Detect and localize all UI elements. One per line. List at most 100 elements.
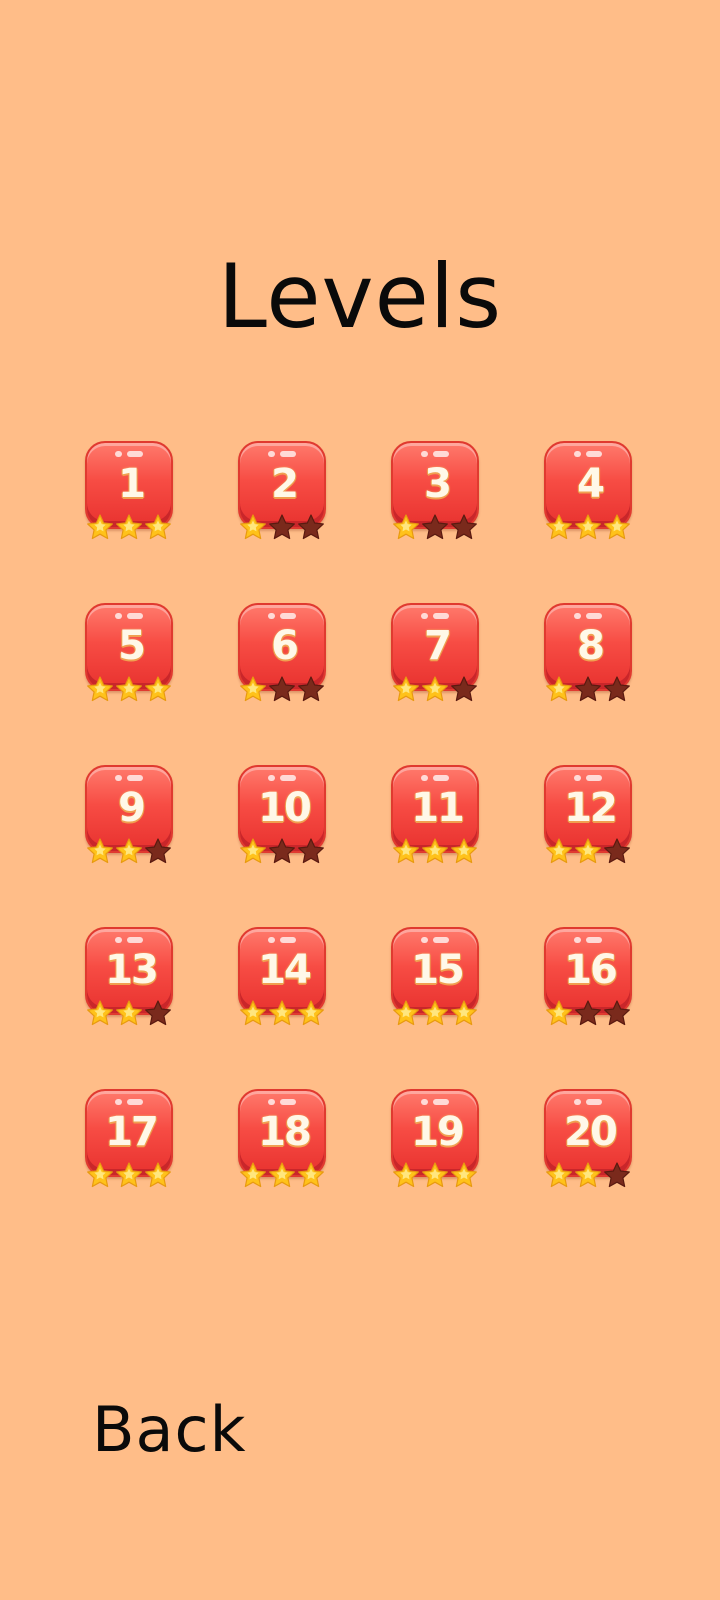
- level-button-9[interactable]: 9: [85, 765, 173, 865]
- star-filled-icon: [393, 838, 419, 864]
- tile-shine: [421, 613, 449, 619]
- tile-shine: [268, 451, 296, 457]
- level-number: 10: [258, 785, 312, 831]
- star-filled-icon: [298, 1000, 324, 1026]
- star-rating: [544, 513, 632, 541]
- star-empty-icon: [604, 676, 630, 702]
- level-button-17[interactable]: 17: [85, 1089, 173, 1189]
- level-grid: 1 2 3 4 5 6 7 8 9 10 11 12 13 14 15 16 17 18 19 20: [85, 441, 635, 1189]
- page-title: Levels: [217, 245, 503, 348]
- star-filled-icon: [145, 676, 171, 702]
- level-button-3[interactable]: 3: [391, 441, 479, 541]
- star-filled-icon: [116, 838, 142, 864]
- level-number: 9: [118, 785, 146, 831]
- star-filled-icon: [546, 838, 572, 864]
- star-filled-icon: [422, 676, 448, 702]
- star-empty-icon: [298, 676, 324, 702]
- level-button-5[interactable]: 5: [85, 603, 173, 703]
- star-empty-icon: [604, 1000, 630, 1026]
- tile-shine: [574, 775, 602, 781]
- star-empty-icon: [269, 514, 295, 540]
- level-button-20[interactable]: 20: [544, 1089, 632, 1189]
- star-filled-icon: [422, 838, 448, 864]
- star-empty-icon: [422, 514, 448, 540]
- star-empty-icon: [451, 514, 477, 540]
- star-rating: [391, 675, 479, 703]
- star-filled-icon: [116, 1162, 142, 1188]
- tile-shine: [268, 613, 296, 619]
- star-filled-icon: [393, 1162, 419, 1188]
- tile-shine: [115, 775, 143, 781]
- star-rating: [544, 675, 632, 703]
- star-empty-icon: [575, 1000, 601, 1026]
- tile-shine: [574, 1099, 602, 1105]
- level-number: 13: [105, 947, 159, 993]
- tile-shine: [421, 451, 449, 457]
- star-rating: [238, 999, 326, 1027]
- level-button-4[interactable]: 4: [544, 441, 632, 541]
- star-filled-icon: [393, 1000, 419, 1026]
- level-button-8[interactable]: 8: [544, 603, 632, 703]
- star-filled-icon: [87, 1162, 113, 1188]
- star-filled-icon: [546, 514, 572, 540]
- tile-shine: [268, 775, 296, 781]
- star-rating: [85, 1161, 173, 1189]
- star-filled-icon: [145, 514, 171, 540]
- level-button-14[interactable]: 14: [238, 927, 326, 1027]
- star-rating: [85, 675, 173, 703]
- star-filled-icon: [422, 1000, 448, 1026]
- star-rating: [391, 513, 479, 541]
- star-filled-icon: [546, 1000, 572, 1026]
- level-button-2[interactable]: 2: [238, 441, 326, 541]
- level-number: 19: [411, 1109, 465, 1155]
- star-rating: [238, 513, 326, 541]
- star-filled-icon: [240, 514, 266, 540]
- level-number: 4: [577, 461, 605, 507]
- tile-shine: [574, 451, 602, 457]
- star-filled-icon: [422, 1162, 448, 1188]
- star-rating: [238, 675, 326, 703]
- level-button-19[interactable]: 19: [391, 1089, 479, 1189]
- tile-shine: [115, 613, 143, 619]
- star-filled-icon: [546, 676, 572, 702]
- star-filled-icon: [604, 514, 630, 540]
- level-button-18[interactable]: 18: [238, 1089, 326, 1189]
- level-button-7[interactable]: 7: [391, 603, 479, 703]
- star-rating: [238, 1161, 326, 1189]
- tile-shine: [115, 451, 143, 457]
- star-filled-icon: [240, 1000, 266, 1026]
- level-number: 2: [271, 461, 299, 507]
- level-button-12[interactable]: 12: [544, 765, 632, 865]
- star-filled-icon: [269, 1162, 295, 1188]
- star-filled-icon: [240, 676, 266, 702]
- star-filled-icon: [87, 676, 113, 702]
- level-number: 15: [411, 947, 465, 993]
- star-filled-icon: [575, 838, 601, 864]
- star-filled-icon: [116, 514, 142, 540]
- level-number: 12: [564, 785, 618, 831]
- back-button[interactable]: Back: [92, 1392, 247, 1468]
- level-button-11[interactable]: 11: [391, 765, 479, 865]
- level-button-13[interactable]: 13: [85, 927, 173, 1027]
- level-button-10[interactable]: 10: [238, 765, 326, 865]
- level-number: 14: [258, 947, 312, 993]
- star-filled-icon: [393, 514, 419, 540]
- star-empty-icon: [604, 838, 630, 864]
- level-button-1[interactable]: 1: [85, 441, 173, 541]
- star-filled-icon: [87, 838, 113, 864]
- star-filled-icon: [116, 1000, 142, 1026]
- tile-shine: [115, 1099, 143, 1105]
- star-empty-icon: [298, 514, 324, 540]
- level-button-15[interactable]: 15: [391, 927, 479, 1027]
- star-filled-icon: [575, 514, 601, 540]
- level-button-16[interactable]: 16: [544, 927, 632, 1027]
- star-filled-icon: [451, 1162, 477, 1188]
- star-filled-icon: [87, 1000, 113, 1026]
- star-rating: [391, 1161, 479, 1189]
- level-button-6[interactable]: 6: [238, 603, 326, 703]
- star-rating: [85, 837, 173, 865]
- star-empty-icon: [298, 838, 324, 864]
- star-rating: [391, 999, 479, 1027]
- star-filled-icon: [87, 514, 113, 540]
- level-number: 5: [118, 623, 146, 669]
